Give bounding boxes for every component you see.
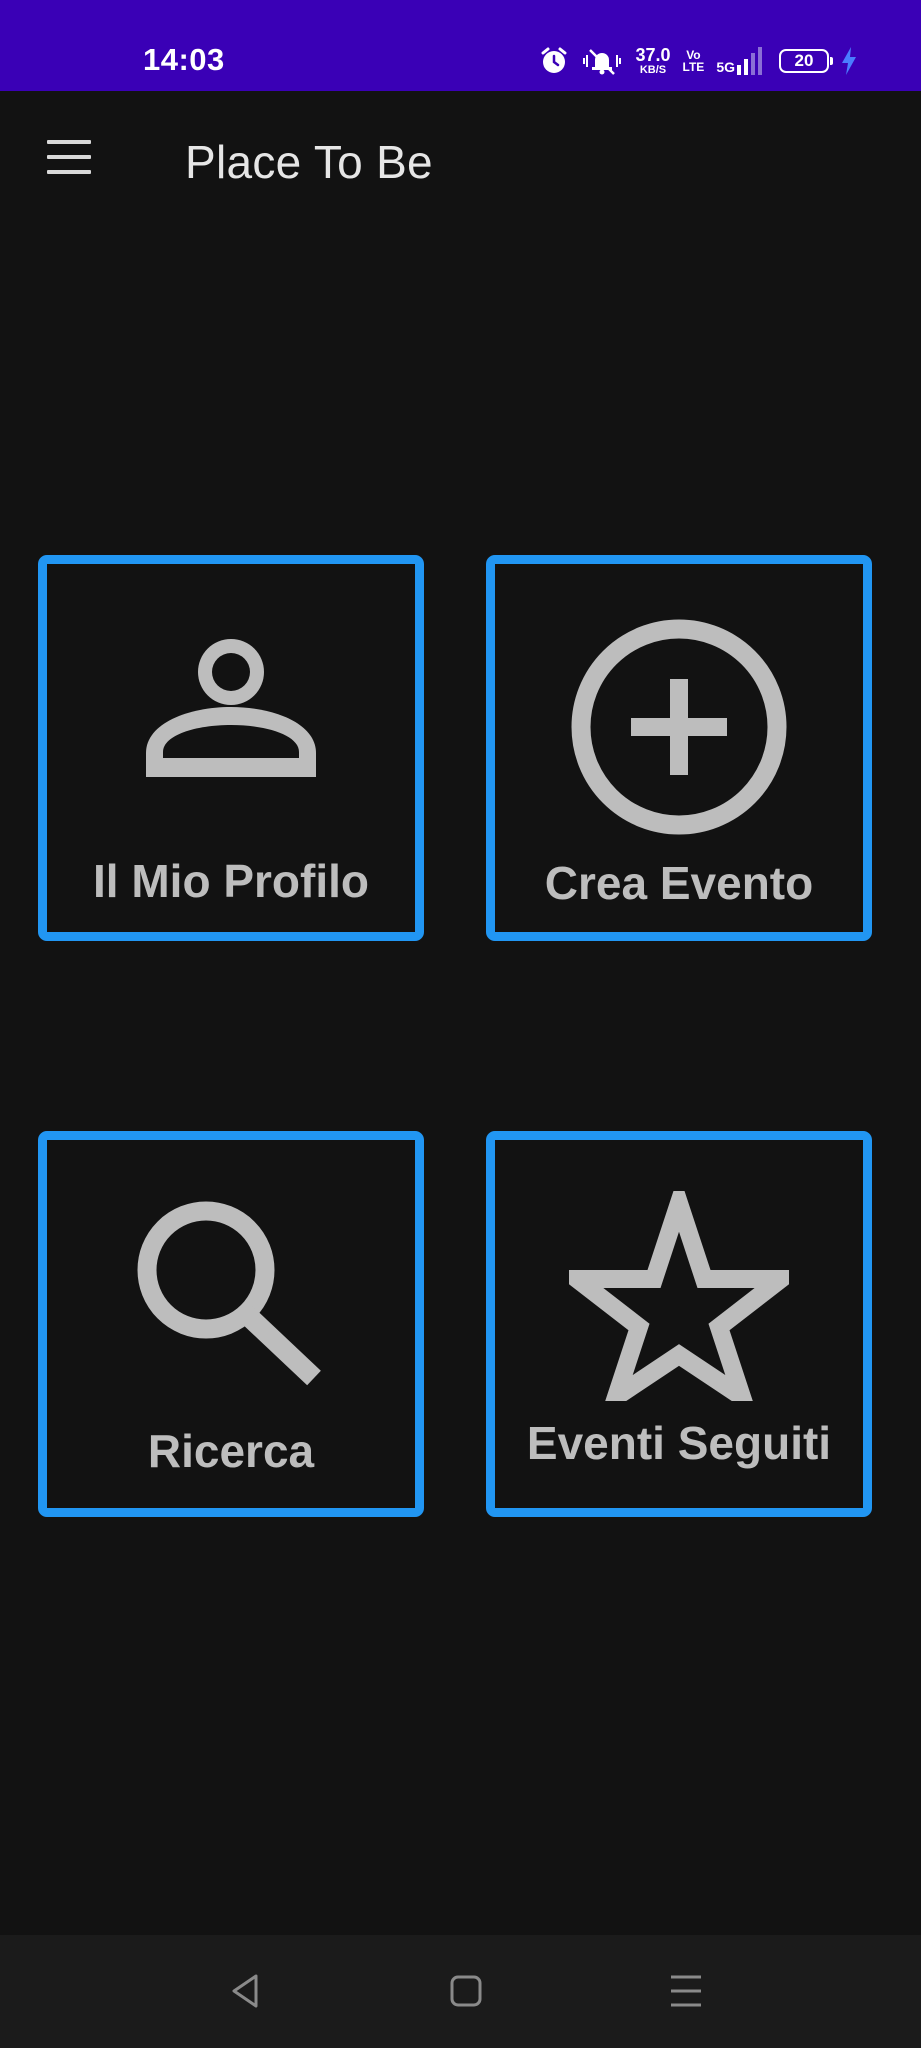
battery-level: 20 <box>794 51 814 70</box>
network-label: 5G <box>716 59 735 75</box>
search-icon <box>137 1201 321 1386</box>
app-screen: 14:03 37.0 KB/S Vo LTE 5G 20 Place To Be… <box>0 0 921 2048</box>
create-event-tile-button[interactable]: Crea Evento <box>486 555 872 941</box>
followed-events-tile-button[interactable]: Eventi Seguiti <box>486 1131 872 1517</box>
network-type: 5G <box>716 47 767 75</box>
status-icons: 37.0 KB/S Vo LTE 5G 20 <box>539 44 857 78</box>
hamburger-menu-icon[interactable] <box>42 138 96 178</box>
tile-label: Crea Evento <box>544 857 814 909</box>
signal-icon <box>737 47 762 75</box>
home-square-icon[interactable] <box>446 1971 486 2011</box>
system-nav-bar <box>0 1935 921 2048</box>
tile-label: Eventi Seguiti <box>526 1417 832 1469</box>
alarm-icon <box>539 46 569 76</box>
speed-unit: KB/S <box>639 64 667 76</box>
profile-tile-button[interactable]: Il Mio Profilo <box>38 555 424 941</box>
battery-icon: 20 <box>779 49 833 73</box>
search-tile-button[interactable]: Ricerca <box>38 1131 424 1517</box>
app-title: Place To Be <box>185 136 433 188</box>
person-icon <box>146 639 316 777</box>
app-bar: Place To Be <box>0 91 921 239</box>
volte-bottom: LTE <box>682 60 705 74</box>
speed-value: 37.0 <box>635 45 671 65</box>
back-triangle-icon[interactable] <box>226 1971 266 2011</box>
star-outline-icon <box>569 1191 789 1401</box>
status-bar: 14:03 37.0 KB/S Vo LTE 5G 20 <box>0 0 921 91</box>
tile-label: Ricerca <box>147 1425 315 1477</box>
add-circle-icon <box>571 619 787 835</box>
network-speed: 37.0 KB/S <box>635 46 670 76</box>
mute-vibrate-icon <box>581 46 623 76</box>
status-time: 14:03 <box>143 42 225 77</box>
recents-menu-icon[interactable] <box>666 1971 706 2011</box>
volte-indicator: Vo LTE <box>683 49 705 73</box>
tile-label: Il Mio Profilo <box>93 855 369 907</box>
charging-icon <box>841 47 857 75</box>
